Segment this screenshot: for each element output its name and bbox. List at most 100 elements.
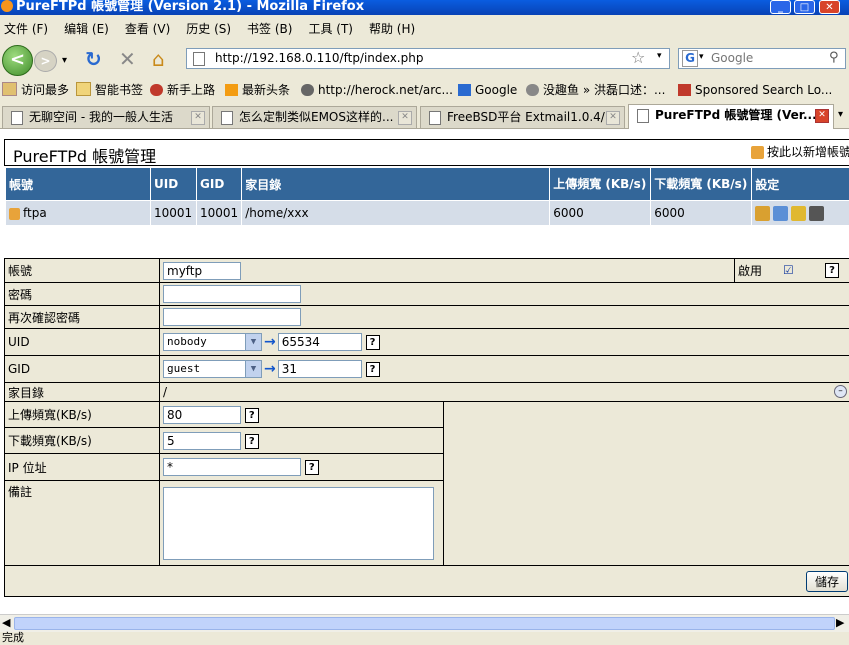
window-titlebar: PureFTPd 帳號管理 (Version 2.1) - Mozilla Fi…	[0, 0, 849, 15]
row-upload: 上傳頻寬(KB/s) ?	[4, 401, 849, 566]
uid-select[interactable]: nobody ▼	[163, 333, 262, 352]
close-tab-icon[interactable]: ✕	[398, 111, 412, 125]
password-cell	[159, 282, 849, 306]
bookmark-most-visited[interactable]: 访问最多	[2, 80, 69, 100]
menubar: 文件 (F) 编辑 (E) 查看 (V) 历史 (S) 书签 (B) 工具 (T) 帮助 (…	[0, 19, 849, 39]
gid-select[interactable]: guest ▼	[163, 360, 262, 379]
engine-dropdown-icon[interactable]: ▾	[699, 52, 704, 62]
ip-label: IP 位址	[4, 453, 160, 481]
copy-icon[interactable]	[773, 205, 789, 221]
search-input[interactable]	[711, 51, 821, 65]
search-icon[interactable]: ⚲	[829, 50, 839, 65]
stop-icon[interactable]: ✕	[119, 49, 136, 69]
edit-user-icon	[9, 207, 20, 220]
home-cell: / –	[159, 382, 849, 402]
menu-view[interactable]: 查看 (V)	[125, 22, 170, 36]
bookmark-smart[interactable]: 智能书签	[76, 80, 143, 100]
lock-icon[interactable]	[791, 205, 807, 221]
col-gid: GID	[195, 167, 243, 201]
delete-icon[interactable]	[809, 205, 825, 221]
forward-button[interactable]: >	[34, 50, 57, 72]
confirm-password-input[interactable]	[163, 308, 301, 326]
url-bar[interactable]: ☆ ▾	[186, 48, 670, 69]
col-account: 帳號	[5, 167, 151, 201]
search-bar[interactable]: G ▾ ⚲	[678, 48, 846, 69]
close-tab-icon[interactable]: ✕	[606, 111, 620, 125]
ip-cell: ?	[159, 453, 444, 481]
scrollbar-thumb[interactable]	[14, 617, 835, 630]
uid-input[interactable]	[277, 332, 362, 351]
maximize-button[interactable]: □	[794, 0, 815, 14]
help-icon[interactable]: ?	[825, 263, 839, 278]
bookmark-herock[interactable]: http://herock.net/arc...	[301, 80, 453, 100]
scroll-left-icon[interactable]: ◀	[2, 616, 10, 629]
enable-checkbox[interactable]: ☑	[783, 263, 794, 277]
cell-uid: 10001	[150, 200, 197, 226]
bookmark-latest-headlines[interactable]: 最新头条	[225, 80, 290, 100]
horizontal-scrollbar[interactable]: ◀ ▶	[0, 614, 849, 632]
menu-history[interactable]: 历史 (S)	[186, 22, 231, 36]
tab-list-icon[interactable]: ▾	[838, 109, 843, 120]
save-button[interactable]: 儲存	[805, 570, 848, 592]
add-account-link[interactable]: 按此以新增帳號	[751, 143, 849, 160]
cell-account[interactable]: ftpa	[5, 200, 151, 226]
edit-icon[interactable]	[755, 205, 771, 221]
collapse-icon[interactable]: –	[834, 385, 847, 398]
gid-input[interactable]	[277, 359, 362, 378]
status-text: 完成	[2, 631, 24, 644]
upload-label: 上傳頻寬(KB/s)	[4, 401, 160, 428]
menu-edit[interactable]: 编辑 (E)	[64, 22, 109, 36]
menu-help[interactable]: 帮助 (H)	[369, 22, 415, 36]
row-uid: UID nobody▼→ ?	[4, 328, 849, 356]
cell-settings	[751, 200, 849, 226]
page-icon	[637, 109, 649, 123]
bookmark-meiquyu[interactable]: 没趣鱼 » 洪磊口述：...	[526, 80, 665, 100]
bookmark-sponsored[interactable]: Sponsored Search Lo...	[678, 80, 832, 100]
scroll-right-icon[interactable]: ▶	[836, 616, 844, 629]
password-label: 密碼	[4, 282, 160, 306]
minimize-button[interactable]: _	[770, 0, 791, 14]
help-icon[interactable]: ?	[365, 361, 380, 377]
upload-input[interactable]	[163, 405, 241, 424]
gid-cell: guest▼→ ?	[159, 355, 849, 383]
help-icon[interactable]: ?	[244, 407, 259, 423]
history-dropdown-icon[interactable]: ▾	[62, 51, 67, 71]
help-icon[interactable]: ?	[365, 334, 380, 350]
help-icon[interactable]: ?	[244, 433, 259, 449]
bookmark-getting-started[interactable]: 新手上路	[150, 80, 215, 100]
note-textarea[interactable]	[163, 486, 434, 560]
help-icon[interactable]: ?	[304, 460, 319, 475]
menu-file[interactable]: 文件 (F)	[4, 22, 48, 36]
back-button[interactable]: <	[2, 45, 33, 76]
url-dropdown-icon[interactable]: ▾	[657, 51, 662, 61]
cell-gid: 10001	[195, 200, 243, 226]
row-account: 帳號 啟用 ☑?	[4, 258, 849, 283]
url-input[interactable]	[215, 51, 615, 65]
tab-2[interactable]: 怎么定制类似EMOS这样的... ✕	[212, 106, 417, 128]
close-button[interactable]: ✕	[819, 0, 840, 14]
ip-input[interactable]	[163, 458, 301, 476]
google-engine-icon[interactable]: G	[682, 50, 698, 67]
close-tab-icon[interactable]: ✕	[191, 111, 205, 125]
cell-home: /home/xxx	[241, 200, 551, 226]
page-icon	[221, 111, 233, 125]
star-bookmark-icon[interactable]: ☆	[631, 48, 645, 67]
download-input[interactable]	[163, 431, 241, 450]
uid-cell: nobody▼→ ?	[159, 328, 849, 356]
home-label: 家目錄	[4, 382, 160, 402]
close-tab-icon[interactable]: ✕	[815, 109, 829, 123]
tab-1[interactable]: 无聊空间 - 我的一般人生活 ✕	[2, 106, 210, 128]
menu-bookmarks[interactable]: 书签 (B)	[247, 22, 292, 36]
rss-icon	[225, 84, 238, 96]
account-input[interactable]	[163, 261, 241, 280]
table-header-row: 帳號 UID GID 家目錄 上傳頻寬 (KB/s) 下載頻寬 (KB/s) 設…	[5, 167, 849, 201]
row-gid: GID guest▼→ ?	[4, 355, 849, 383]
home-icon[interactable]: ⌂	[152, 49, 165, 69]
row-confirm: 再次確認密碼	[4, 305, 849, 329]
tab-3[interactable]: FreeBSD平台 Extmail1.0.4/... ✕	[420, 106, 625, 128]
bookmark-google[interactable]: Google	[458, 80, 517, 100]
menu-tools[interactable]: 工具 (T)	[308, 22, 353, 36]
reload-icon[interactable]: ↻	[85, 49, 102, 69]
password-input[interactable]	[163, 285, 301, 303]
tab-4-active[interactable]: PureFTPd 帳號管理 (Ver... ✕	[628, 104, 834, 129]
